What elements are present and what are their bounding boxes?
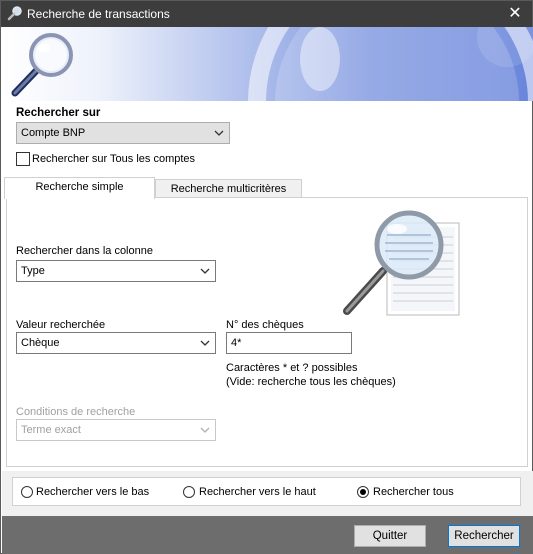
all-accounts-checkbox[interactable]: [16, 152, 30, 166]
header-banner: [2, 27, 533, 101]
radio-search-all-label: Rechercher tous: [373, 486, 454, 498]
conditions-select-value: Terme exact: [21, 424, 81, 436]
value-select[interactable]: Chèque: [16, 332, 216, 354]
magnified-document-icon: [343, 210, 460, 316]
title-bar: Recherche de transactions ✕: [1, 1, 532, 27]
radio-search-down[interactable]: [21, 486, 33, 498]
quit-button[interactable]: Quitter: [354, 525, 426, 547]
value-label: Valeur recherchée: [16, 319, 106, 331]
chevron-down-icon: [214, 130, 224, 136]
wildcard-hint: Caractères * et ? possibles: [226, 362, 358, 374]
tab-label: Recherche multicritères: [170, 183, 287, 195]
search-button[interactable]: Rechercher: [448, 525, 520, 547]
search-transactions-dialog: Recherche de transactions ✕ Rechercher s…: [0, 0, 533, 554]
column-select-value: Type: [21, 265, 45, 277]
radio-search-up[interactable]: [183, 486, 195, 498]
column-select[interactable]: Type: [16, 260, 216, 282]
window-title: Recherche de transactions: [27, 7, 170, 21]
magnifier-icon: [7, 6, 22, 21]
all-accounts-label: Rechercher sur Tous les comptes: [32, 153, 196, 165]
chevron-down-icon: [200, 427, 210, 433]
conditions-select: Terme exact: [16, 419, 216, 441]
close-button[interactable]: ✕: [498, 1, 532, 27]
magnifying-glass-icon: [11, 33, 73, 97]
tab-label: Recherche simple: [35, 181, 124, 193]
account-select-value: Compte BNP: [21, 127, 86, 139]
tab-simple-search[interactable]: Recherche simple: [4, 177, 155, 199]
radio-search-up-label: Rechercher vers le haut: [199, 486, 316, 498]
radio-search-all[interactable]: [357, 486, 369, 498]
search-on-label: Rechercher sur: [16, 107, 101, 119]
empty-hint: (Vide: recherche tous les chèques): [226, 376, 396, 388]
cheque-number-input[interactable]: 4*: [226, 332, 352, 354]
chevron-down-icon: [200, 268, 210, 274]
cheque-number-label: N° des chèques: [226, 319, 304, 331]
conditions-label: Conditions de recherche: [16, 406, 136, 418]
column-label: Rechercher dans la colonne: [16, 245, 153, 257]
value-select-value: Chèque: [21, 337, 60, 349]
account-select[interactable]: Compte BNP: [16, 122, 230, 144]
chevron-down-icon: [200, 340, 210, 346]
close-icon: ✕: [508, 5, 522, 22]
cheque-number-value: 4*: [231, 337, 242, 349]
radio-search-down-label: Rechercher vers le bas: [36, 486, 150, 498]
